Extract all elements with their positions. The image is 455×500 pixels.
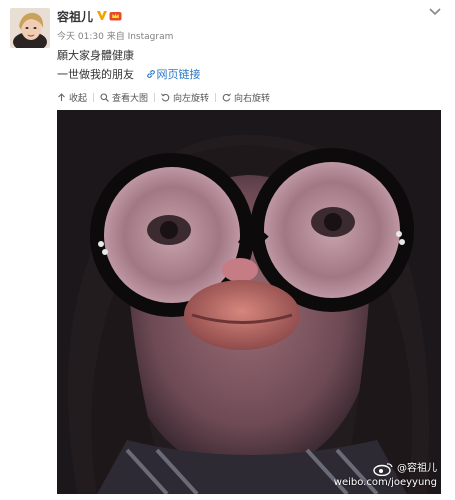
collapse-button[interactable]: 收起 [57, 91, 87, 104]
watermark-url: weibo.com/joeyyung [333, 477, 437, 488]
rotate-right-button[interactable]: 向右旋转 [222, 91, 270, 104]
magnify-icon [100, 92, 109, 102]
photo-illustration [57, 110, 441, 494]
toolbar-divider [93, 92, 95, 102]
view-large-label: 查看大图 [112, 93, 149, 104]
verified-v-icon [97, 11, 107, 20]
web-link[interactable]: 网页链接 [146, 68, 201, 81]
weibo-post-card: 容祖儿 今天 01:30 来自 Instagram 願大家身體健康 一世做我的朋… [0, 0, 455, 500]
link-icon [146, 69, 155, 79]
collapse-label: 收起 [69, 93, 88, 104]
watermark-handle: @容祖儿 [397, 463, 437, 474]
post-text-line2-content: 一世做我的朋友 [57, 68, 134, 81]
arrow-up-icon [58, 92, 65, 101]
rotate-left-button[interactable]: 向左旋转 [161, 91, 209, 104]
web-link-label: 网页链接 [156, 68, 201, 81]
rotate-left-label: 向左旋转 [173, 93, 210, 104]
post-source[interactable]: Instagram [128, 32, 174, 42]
rotate-left-icon [161, 93, 170, 102]
watermark-handle-row: @容祖儿 [334, 462, 437, 476]
via-label: 来自 [106, 32, 125, 42]
author-name[interactable]: 容祖儿 [57, 8, 93, 25]
image-toolbar: 收起 查看大图 向左旋转 向右旋转 [57, 90, 270, 104]
vip-crown-icon[interactable] [109, 9, 122, 21]
avatar[interactable] [10, 8, 50, 48]
view-large-button[interactable]: 查看大图 [100, 91, 148, 104]
post-text-line2: 一世做我的朋友 网页链接 [57, 66, 201, 82]
weibo-logo-icon [373, 463, 393, 476]
post-text-line1: 願大家身體健康 [57, 49, 134, 62]
toolbar-divider [215, 92, 217, 102]
chevron-down-icon[interactable] [429, 6, 441, 16]
rotate-right-icon [222, 93, 231, 102]
photo-watermark: @容祖儿 weibo.com/joeyyung [334, 462, 437, 490]
toolbar-divider [154, 92, 156, 102]
rotate-right-label: 向右旋转 [234, 93, 271, 104]
post-photo[interactable]: @容祖儿 weibo.com/joeyyung [57, 110, 441, 494]
post-timestamp[interactable]: 今天 01:30 [57, 32, 104, 42]
post-meta: 今天 01:30 来自 Instagram [57, 29, 173, 42]
